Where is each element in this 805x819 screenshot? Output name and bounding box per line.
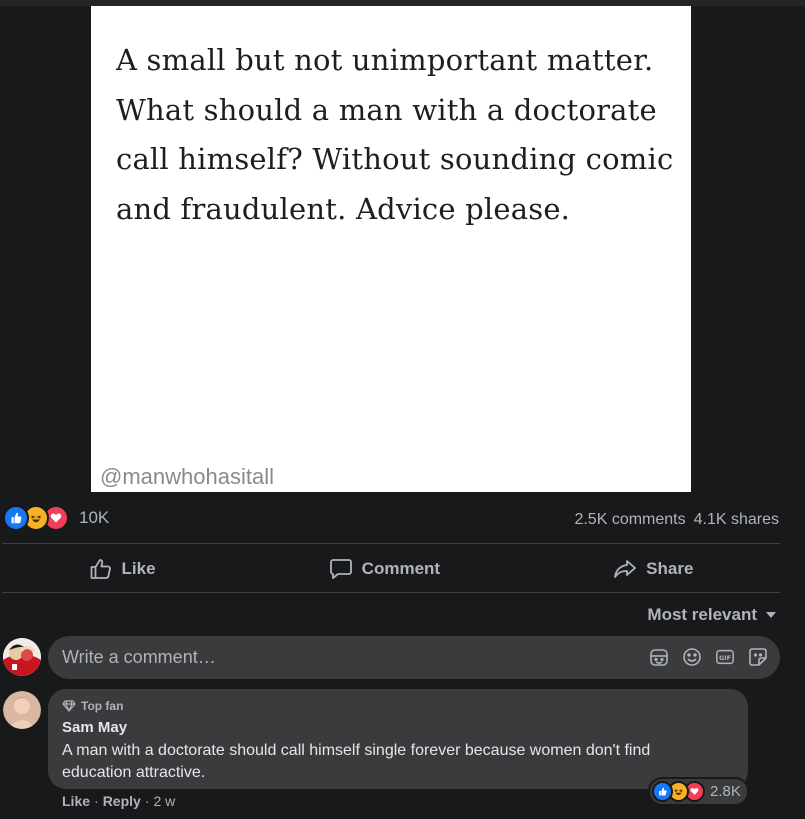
shares-count[interactable]: 4.1K shares: [694, 511, 779, 529]
gif-icon[interactable]: GIF: [715, 647, 735, 667]
comment-input[interactable]: [62, 636, 622, 679]
separator: ·: [94, 793, 99, 809]
comment-text: A man with a doctorate should call himse…: [62, 742, 651, 781]
comment-label: Comment: [361, 558, 441, 578]
comment-timestamp[interactable]: 2 w: [153, 793, 175, 809]
comment-composer: GIF: [48, 636, 780, 679]
share-arrow-icon: [614, 559, 637, 578]
svg-text:GIF: GIF: [719, 655, 731, 662]
like-label: Like: [121, 558, 156, 578]
reaction-count[interactable]: 10K: [79, 508, 109, 528]
composer-icons: GIF: [649, 647, 768, 667]
caret-down-icon: [766, 612, 776, 618]
sticker-icon[interactable]: [748, 647, 768, 667]
sticker-face-icon[interactable]: [649, 647, 669, 667]
commenter-avatar[interactable]: [3, 691, 41, 729]
post-stats: 2.5K comments 4.1K shares: [574, 511, 779, 529]
post-image-text: A small but not unimportant matter. What…: [116, 43, 674, 226]
reaction-summary[interactable]: 10K: [3, 505, 109, 531]
like-reaction-icon: [3, 505, 29, 531]
watermark: @manwhohasitall: [100, 464, 274, 489]
current-user-avatar[interactable]: [3, 638, 41, 676]
comment-bubble: Top fan Sam May A man with a doctorate s…: [48, 689, 748, 789]
emoji-icon[interactable]: [682, 647, 702, 667]
comment-reactions[interactable]: 2.8K: [650, 779, 747, 804]
divider: [2, 592, 780, 593]
top-fan-label: Top fan: [81, 699, 124, 713]
share-label: Share: [646, 558, 694, 578]
top-fan-badge: Top fan: [62, 699, 123, 713]
sort-label: Most relevant: [647, 605, 757, 624]
like-reaction-icon: [652, 781, 673, 802]
comment-reply-button[interactable]: Reply: [103, 793, 141, 809]
share-button[interactable]: Share: [613, 557, 693, 581]
separator: ·: [144, 793, 150, 809]
diamond-icon: [62, 700, 76, 712]
post-image[interactable]: A small but not unimportant matter. What…: [91, 6, 691, 492]
comment-reaction-count: 2.8K: [710, 783, 741, 800]
divider: [2, 543, 780, 544]
comments-count[interactable]: 2.5K comments: [574, 511, 685, 529]
comment-bubble-icon: [329, 558, 352, 579]
post-actions: Like Comment Share: [2, 545, 780, 592]
thumbs-up-icon: [90, 558, 111, 579]
comment-like-button[interactable]: Like: [62, 793, 90, 809]
comment-actions: Like · Reply · 2 w: [62, 793, 175, 809]
like-button[interactable]: Like: [89, 557, 156, 581]
comment-button[interactable]: Comment: [329, 557, 440, 581]
sort-dropdown[interactable]: Most relevant: [647, 605, 777, 625]
comment-author[interactable]: Sam May: [62, 719, 127, 736]
